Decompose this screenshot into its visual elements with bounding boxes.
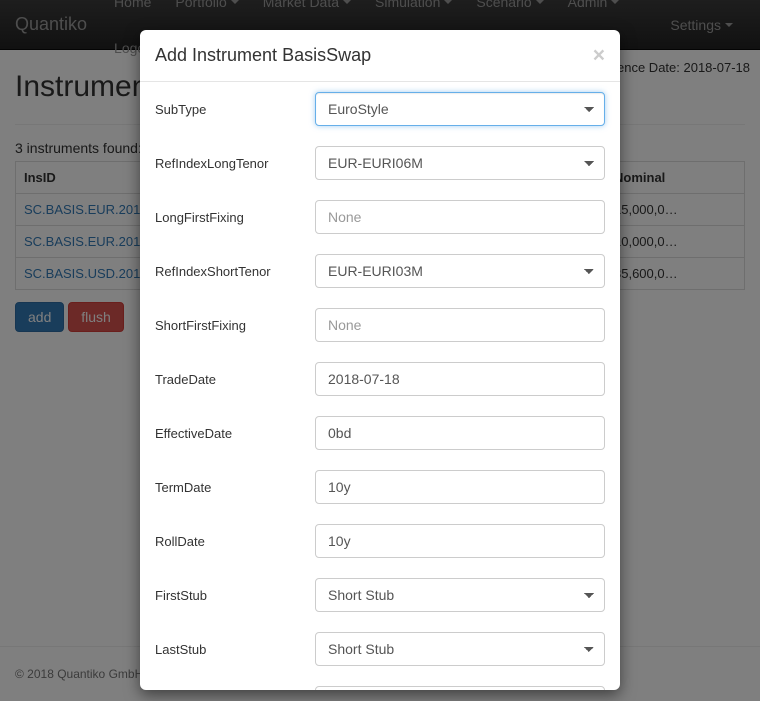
form-row-termdate: TermDate	[155, 460, 605, 514]
field-label: SubType	[155, 102, 315, 117]
laststub-select[interactable]: Short Stub	[315, 632, 605, 666]
field-label: LongFirstFixing	[155, 210, 315, 225]
field-label: TermDate	[155, 480, 315, 495]
form-row-firststub: FirstStubShort Stub	[155, 568, 605, 622]
form-row-rolldate: RollDate	[155, 514, 605, 568]
rolldate-input[interactable]	[315, 524, 605, 558]
refindexshorttenor-select[interactable]: EUR-EURI03M	[315, 254, 605, 288]
form-row-longfirstfixing: LongFirstFixing	[155, 190, 605, 244]
modal-add-instrument: Add Instrument BasisSwap × SubTypeEuroSt…	[140, 30, 620, 690]
shortfirstfixing-input[interactable]	[315, 308, 605, 342]
form-row-refindexshorttenor: RefIndexShortTenorEUR-EURI03M	[155, 244, 605, 298]
form-row-laststub: LastStubShort Stub	[155, 622, 605, 676]
form-row-effectivedate: EffectiveDate	[155, 406, 605, 460]
field-label: LastStub	[155, 642, 315, 657]
field-label: EffectiveDate	[155, 426, 315, 441]
field-label: RefIndexLongTenor	[155, 156, 315, 171]
field-label: ShortFirstFixing	[155, 318, 315, 333]
field-label: TradeDate	[155, 372, 315, 387]
form-row-spread: Spread	[155, 676, 605, 690]
field-label: FirstStub	[155, 588, 315, 603]
tradedate-input[interactable]	[315, 362, 605, 396]
form-row-shortfirstfixing: ShortFirstFixing	[155, 298, 605, 352]
firststub-select[interactable]: Short Stub	[315, 578, 605, 612]
close-icon[interactable]: ×	[593, 45, 605, 66]
form-row-refindexlongtenor: RefIndexLongTenorEUR-EURI06M	[155, 136, 605, 190]
termdate-input[interactable]	[315, 470, 605, 504]
form-row-subtype: SubTypeEuroStyle	[155, 82, 605, 136]
longfirstfixing-input[interactable]	[315, 200, 605, 234]
field-label: RefIndexShortTenor	[155, 264, 315, 279]
form-row-tradedate: TradeDate	[155, 352, 605, 406]
effectivedate-input[interactable]	[315, 416, 605, 450]
modal-title: Add Instrument BasisSwap	[155, 45, 371, 66]
refindexlongtenor-select[interactable]: EUR-EURI06M	[315, 146, 605, 180]
field-label: RollDate	[155, 534, 315, 549]
subtype-select[interactable]: EuroStyle	[315, 92, 605, 126]
spread-input[interactable]	[315, 686, 605, 690]
